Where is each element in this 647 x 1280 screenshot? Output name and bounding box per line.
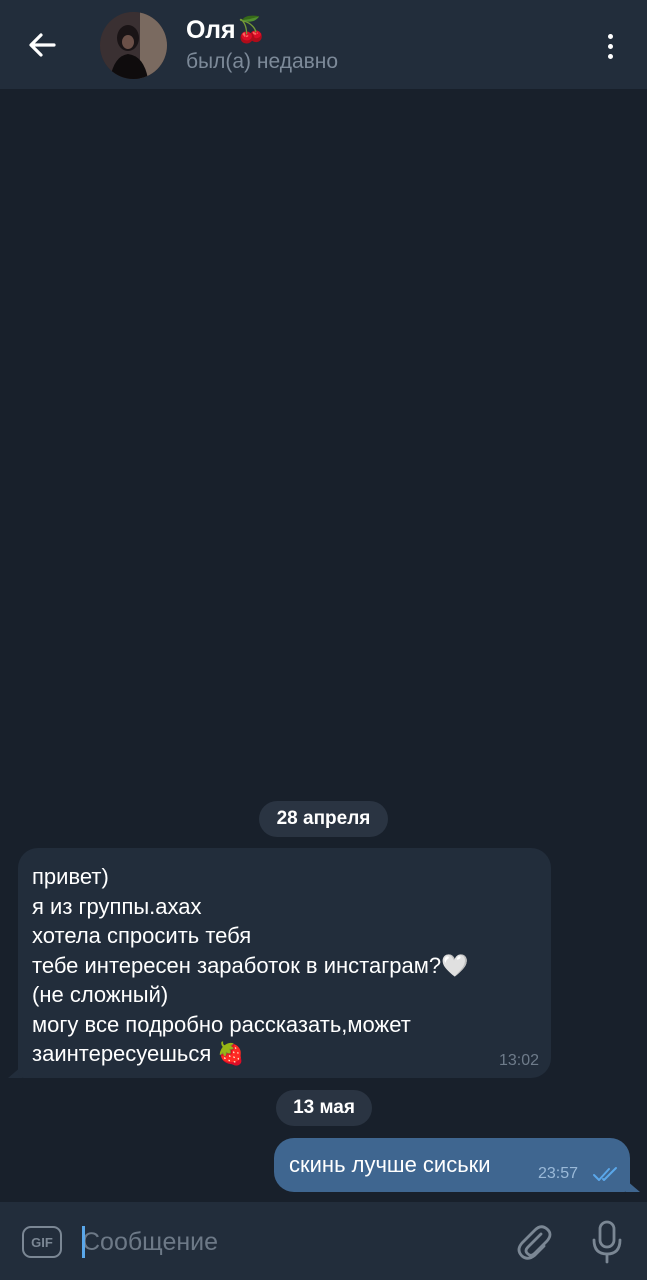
paperclip-icon[interactable]	[514, 1222, 554, 1262]
date-separator: 28 апреля	[259, 801, 388, 837]
back-button[interactable]	[20, 25, 64, 65]
message-input[interactable]	[82, 1224, 492, 1260]
double-check-icon	[593, 1167, 617, 1181]
outgoing-message[interactable]: скинь лучше сиськи 23:57	[274, 1138, 630, 1192]
arrow-left-icon	[29, 33, 56, 57]
microphone-icon[interactable]	[590, 1220, 624, 1264]
chat-title[interactable]: Оля🍒	[186, 16, 267, 45]
incoming-message-time: 13:02	[498, 1052, 539, 1069]
outgoing-message-text: скинь лучше сиськи	[289, 1152, 491, 1177]
outgoing-message-time: 23:57	[538, 1165, 579, 1182]
more-vertical-icon	[607, 33, 613, 39]
more-options-button[interactable]	[596, 28, 624, 64]
incoming-message-text: привет) я из группы.ахах хотела спросить…	[32, 864, 469, 1066]
avatar-photo	[100, 12, 167, 79]
gif-button[interactable]: GIF	[22, 1226, 62, 1258]
date-separator: 13 мая	[276, 1090, 372, 1126]
chat-header: Оля🍒 был(а) недавно	[0, 0, 647, 89]
message-composer: GIF	[0, 1202, 647, 1280]
text-caret	[82, 1226, 85, 1258]
incoming-message[interactable]: привет) я из группы.ахах хотела спросить…	[18, 848, 551, 1078]
avatar[interactable]	[100, 12, 167, 79]
last-seen-status: был(а) недавно	[186, 50, 339, 73]
